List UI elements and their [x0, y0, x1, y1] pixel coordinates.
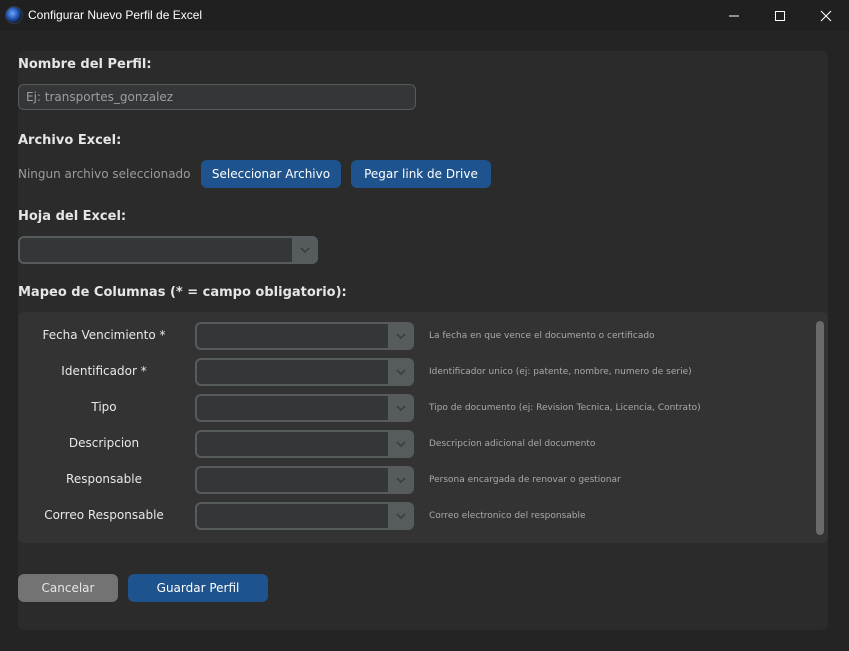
- mapping-field-label: Responsable: [66, 472, 142, 486]
- mapping-dropdown-correo-responsable[interactable]: [195, 502, 414, 530]
- sheet-label: Hoja del Excel:: [18, 209, 127, 224]
- column-mapping-label: Mapeo de Columnas (* = campo obligatorio…: [18, 285, 347, 300]
- chevron-down-icon: [396, 441, 406, 447]
- mapping-dropdown-arrow[interactable]: [388, 430, 414, 458]
- excel-file-label: Archivo Excel:: [18, 133, 122, 148]
- minimize-button[interactable]: [711, 0, 757, 31]
- mapping-field-label: Correo Responsable: [44, 508, 164, 522]
- title-bar: Configurar Nuevo Perfil de Excel: [0, 0, 849, 31]
- mapping-dropdown-arrow[interactable]: [388, 502, 414, 530]
- profile-name-label: Nombre del Perfil:: [18, 57, 152, 72]
- close-icon: [820, 10, 832, 21]
- mapping-dropdown-field[interactable]: [195, 430, 388, 458]
- mapping-dropdown-arrow[interactable]: [388, 322, 414, 350]
- mapping-field-label: Tipo: [91, 400, 117, 414]
- mapping-dropdown-identificador[interactable]: [195, 358, 414, 386]
- mapping-dropdown-tipo[interactable]: [195, 394, 414, 422]
- mapping-field-label: Descripcion: [68, 436, 140, 450]
- mapping-dropdown-field[interactable]: [195, 358, 388, 386]
- mapping-dropdown-fecha-vencimiento[interactable]: [195, 322, 414, 350]
- mapping-dropdown-arrow[interactable]: [388, 394, 414, 422]
- mapping-field-description: Descripcion adicional del documento: [429, 439, 596, 449]
- mapping-dropdown-field[interactable]: [195, 466, 388, 494]
- mapping-field-label: Fecha Vencimiento *: [42, 328, 166, 342]
- chevron-down-icon: [396, 405, 406, 411]
- mapping-dropdown-arrow[interactable]: [388, 358, 414, 386]
- mapping-field-description: Correo electronico del responsable: [429, 511, 586, 521]
- close-button[interactable]: [803, 0, 849, 31]
- mapping-field-label: Identificador *: [61, 364, 147, 378]
- mapping-field-description: Identificador unico (ej: patente, nombre…: [429, 367, 692, 377]
- maximize-button[interactable]: [757, 0, 803, 31]
- chevron-down-icon: [396, 477, 406, 483]
- select-file-button[interactable]: Seleccionar Archivo: [201, 160, 341, 188]
- mapping-scrollbar[interactable]: [816, 321, 824, 535]
- mapping-dropdown-field[interactable]: [195, 394, 388, 422]
- mapping-field-description: La fecha en que vence el documento o cer…: [429, 331, 655, 341]
- maximize-icon: [775, 10, 785, 21]
- chevron-down-icon: [396, 513, 406, 519]
- chevron-down-icon: [300, 247, 310, 253]
- app-icon: [6, 7, 22, 23]
- mapping-dropdown-arrow[interactable]: [388, 466, 414, 494]
- paste-drive-link-button[interactable]: Pegar link de Drive: [351, 160, 491, 188]
- cancel-button[interactable]: Cancelar: [18, 574, 118, 602]
- mapping-field-description: Tipo de documento (ej: Revision Tecnica,…: [429, 403, 701, 413]
- profile-name-input[interactable]: [18, 84, 416, 110]
- mapping-dropdown-responsable[interactable]: [195, 466, 414, 494]
- sheet-dropdown-arrow[interactable]: [292, 236, 318, 264]
- chevron-down-icon: [396, 333, 406, 339]
- window-title: Configurar Nuevo Perfil de Excel: [28, 8, 203, 22]
- sheet-dropdown-field[interactable]: [18, 236, 292, 264]
- minimize-icon: [729, 15, 739, 16]
- save-profile-button[interactable]: Guardar Perfil: [128, 574, 268, 602]
- mapping-dropdown-field[interactable]: [195, 502, 388, 530]
- sheet-dropdown[interactable]: [18, 236, 318, 264]
- mapping-field-description: Persona encargada de renovar o gestionar: [429, 475, 621, 485]
- mapping-dropdown-field[interactable]: [195, 322, 388, 350]
- chevron-down-icon: [396, 369, 406, 375]
- file-status-text: Ningun archivo seleccionado: [18, 167, 191, 181]
- mapping-dropdown-descripcion[interactable]: [195, 430, 414, 458]
